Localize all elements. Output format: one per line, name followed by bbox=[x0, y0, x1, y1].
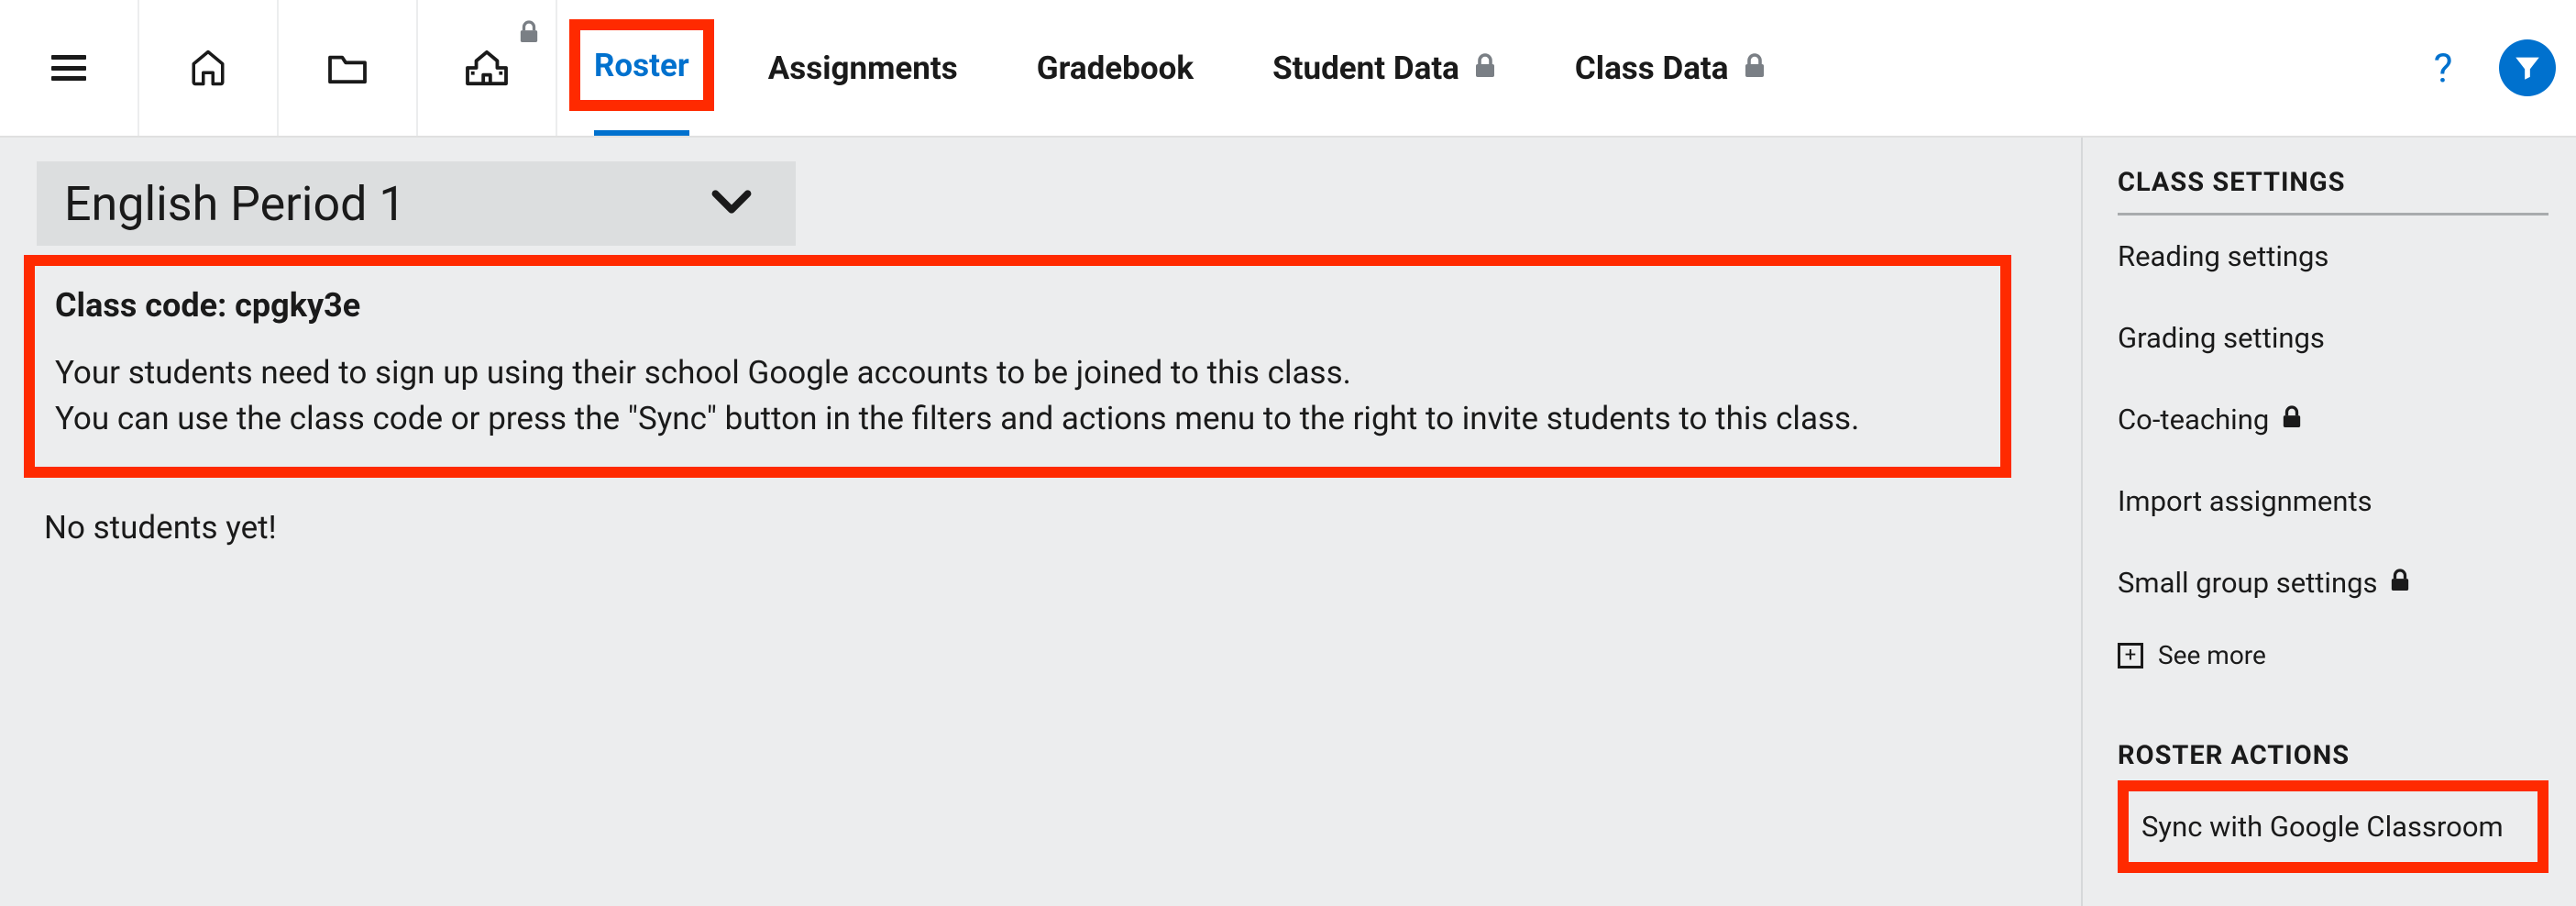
tab-roster[interactable]: Roster bbox=[594, 0, 689, 136]
nav-right: ? bbox=[2415, 0, 2556, 136]
info-text-2: You can use the class code or press the … bbox=[55, 396, 1980, 442]
tab-label: Gradebook bbox=[1037, 50, 1194, 87]
sidebar: CLASS SETTINGS Reading settings Grading … bbox=[2081, 138, 2576, 906]
sidebar-item-grading[interactable]: Grading settings bbox=[2118, 297, 2548, 379]
roster-actions-heading: ROSTER ACTIONS bbox=[2118, 740, 2548, 771]
folder-icon bbox=[326, 50, 369, 85]
chevron-down-icon bbox=[711, 189, 752, 218]
sidebar-item-label: Small group settings bbox=[2118, 566, 2377, 600]
sidebar-item-label: Reading settings bbox=[2118, 239, 2328, 273]
filter-icon bbox=[2512, 52, 2543, 83]
nav-tabs: Roster Assignments Gradebook Student Dat… bbox=[557, 0, 1766, 136]
school-icon bbox=[464, 49, 510, 87]
sidebar-item-coteaching[interactable]: Co-teaching bbox=[2118, 379, 2548, 460]
class-settings-heading: CLASS SETTINGS bbox=[2118, 167, 2548, 215]
sync-google-classroom[interactable]: Sync with Google Classroom bbox=[2118, 780, 2548, 873]
nav-icon-group bbox=[0, 0, 557, 136]
class-info-box: Class code: cpgky3e Your students need t… bbox=[24, 255, 2011, 478]
class-settings-list: Reading settings Grading settings Co-tea… bbox=[2118, 215, 2548, 624]
sidebar-item-smallgroup[interactable]: Small group settings bbox=[2118, 542, 2548, 624]
lock-icon bbox=[1474, 50, 1496, 87]
filter-button[interactable] bbox=[2499, 39, 2556, 96]
home-button[interactable] bbox=[139, 0, 279, 136]
see-more-label: See more bbox=[2158, 640, 2266, 670]
lock-icon bbox=[519, 20, 539, 44]
class-selector[interactable]: English Period 1 bbox=[37, 161, 796, 246]
tab-label: Student Data bbox=[1272, 50, 1459, 87]
content-area: English Period 1 Class code: cpgky3e You… bbox=[0, 138, 2081, 906]
lock-icon bbox=[2282, 403, 2302, 436]
lock-icon bbox=[1744, 50, 1766, 87]
main-wrap: English Period 1 Class code: cpgky3e You… bbox=[0, 138, 2576, 906]
tab-class-data[interactable]: Class Data bbox=[1575, 0, 1766, 136]
sidebar-item-reading[interactable]: Reading settings bbox=[2118, 215, 2548, 297]
info-text-1: Your students need to sign up using thei… bbox=[55, 350, 1980, 396]
menu-button[interactable] bbox=[0, 0, 139, 136]
see-more-button[interactable]: + See more bbox=[2118, 624, 2548, 687]
help-button[interactable]: ? bbox=[2415, 39, 2471, 96]
tab-label: Roster bbox=[594, 47, 689, 84]
home-icon bbox=[188, 49, 228, 87]
class-name: English Period 1 bbox=[64, 176, 406, 232]
tab-student-data[interactable]: Student Data bbox=[1272, 0, 1496, 136]
no-students-label: No students yet! bbox=[44, 509, 2081, 547]
plus-icon: + bbox=[2118, 643, 2143, 668]
tab-label: Assignments bbox=[768, 50, 958, 87]
class-code: Class code: cpgky3e bbox=[55, 286, 1980, 325]
help-icon: ? bbox=[2434, 44, 2453, 92]
folder-button[interactable] bbox=[279, 0, 418, 136]
hamburger-icon bbox=[51, 55, 86, 81]
top-nav: Roster Assignments Gradebook Student Dat… bbox=[0, 0, 2576, 138]
sidebar-item-label: Grading settings bbox=[2118, 321, 2325, 355]
tab-assignments[interactable]: Assignments bbox=[768, 0, 958, 136]
lock-icon bbox=[2390, 566, 2410, 600]
sidebar-item-label: Co-teaching bbox=[2118, 403, 2269, 436]
sync-label: Sync with Google Classroom bbox=[2141, 810, 2504, 844]
sidebar-item-import[interactable]: Import assignments bbox=[2118, 460, 2548, 542]
school-button[interactable] bbox=[418, 0, 557, 136]
tab-label: Class Data bbox=[1575, 50, 1729, 87]
tab-gradebook[interactable]: Gradebook bbox=[1037, 0, 1194, 136]
sidebar-item-label: Import assignments bbox=[2118, 484, 2372, 518]
